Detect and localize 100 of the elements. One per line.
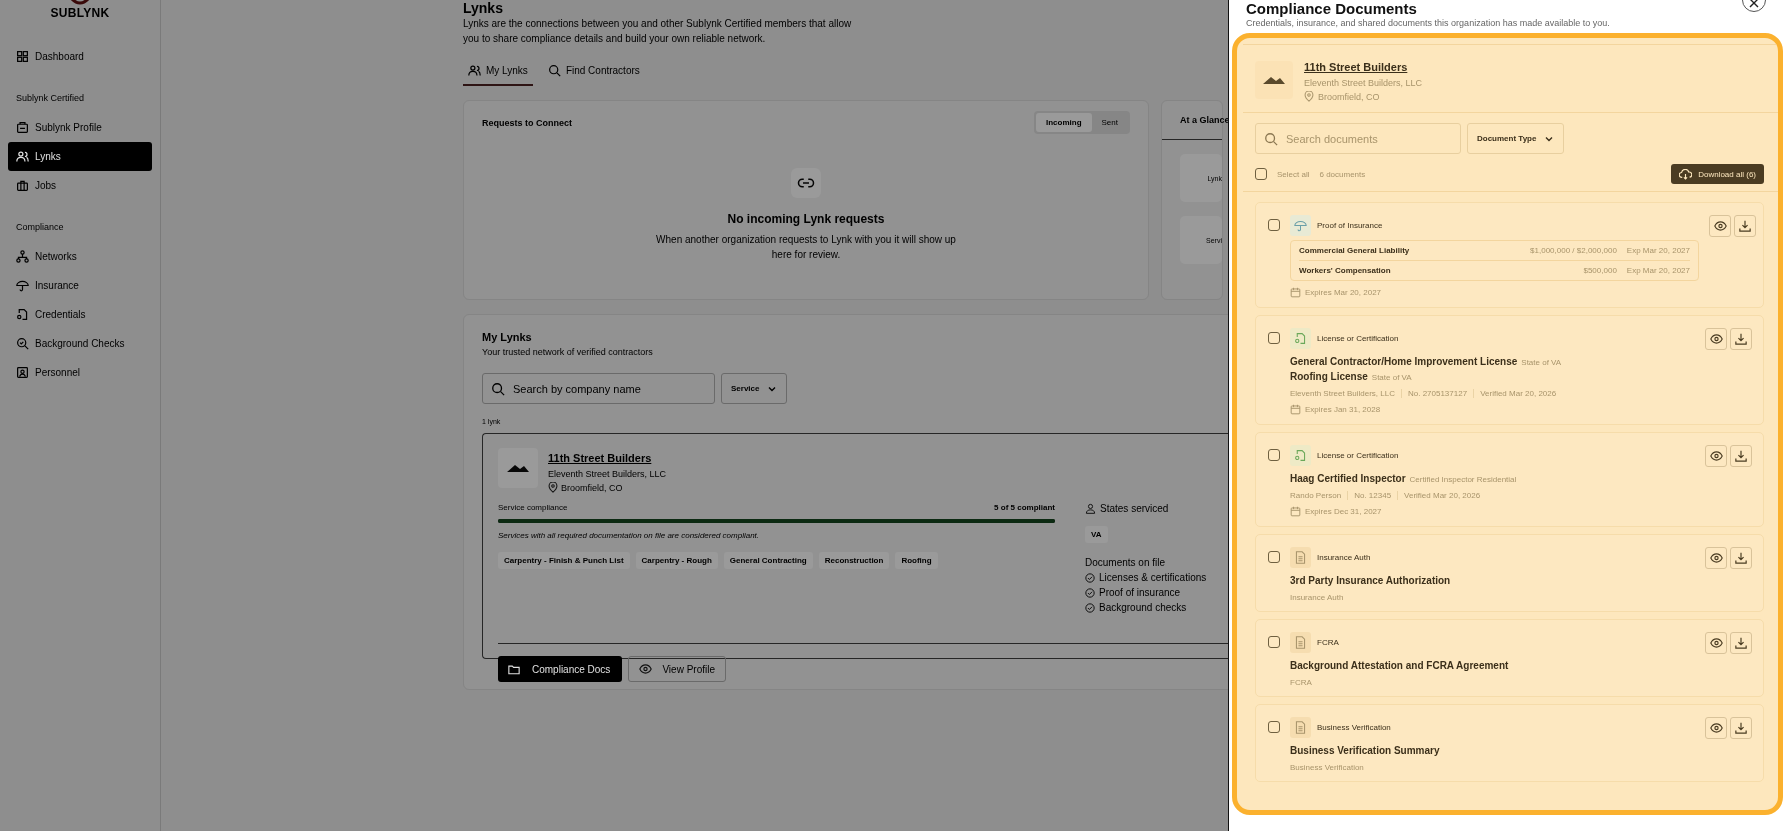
section-heading: Compliance bbox=[15, 222, 65, 234]
document-checkbox[interactable] bbox=[1268, 332, 1280, 344]
document-detail: Certified Inspector Residential bbox=[1409, 475, 1517, 484]
document-meta: FCRA bbox=[1290, 678, 1312, 687]
document-icon bbox=[1290, 547, 1311, 568]
eye-icon bbox=[1709, 638, 1723, 648]
network-icon bbox=[16, 250, 29, 263]
download-button[interactable] bbox=[1730, 632, 1752, 654]
expiry-date: Expires Dec 31, 2027 bbox=[1305, 507, 1382, 516]
document-checkbox[interactable] bbox=[1268, 219, 1280, 231]
legal-name: Eleventh Street Builders, LLC bbox=[548, 469, 667, 479]
coverage-expiry: Exp Mar 20, 2027 bbox=[1626, 266, 1690, 275]
compliance-docs-button[interactable]: Compliance Docs bbox=[498, 656, 623, 682]
folder-icon bbox=[508, 663, 520, 675]
select-all-label: Select all bbox=[1277, 169, 1310, 179]
view-button[interactable] bbox=[1705, 547, 1727, 569]
document-meta: No. 2705137127 bbox=[1407, 389, 1468, 398]
download-button[interactable] bbox=[1730, 328, 1752, 350]
certificate-icon bbox=[1290, 328, 1311, 349]
document-title: Roofing License bbox=[1290, 371, 1368, 382]
document-title: Business Verification Summary bbox=[1290, 745, 1440, 756]
link-icon bbox=[791, 168, 821, 198]
document-item: Licenses & certifications bbox=[1099, 572, 1207, 583]
logo-icon bbox=[69, 0, 91, 6]
nav-item[interactable]: Insurance bbox=[8, 271, 152, 300]
check-circle-icon bbox=[1085, 572, 1095, 583]
eye-icon bbox=[1709, 451, 1723, 461]
download-button[interactable] bbox=[1730, 445, 1752, 467]
download-button[interactable] bbox=[1730, 717, 1752, 739]
nav-item[interactable]: Background Checks bbox=[8, 329, 152, 358]
eye-icon bbox=[1709, 723, 1723, 733]
id-icon bbox=[16, 366, 29, 379]
document-checkbox[interactable] bbox=[1268, 551, 1280, 563]
expiry-date: Expires Mar 20, 2027 bbox=[1305, 288, 1382, 297]
service-tag: Carpentry - Finish & Punch List bbox=[498, 552, 630, 569]
legal-name: Eleventh Street Builders, LLC bbox=[1304, 78, 1423, 88]
expiry-date: Expires Jan 31, 2028 bbox=[1305, 405, 1381, 414]
select-all-checkbox[interactable] bbox=[1255, 168, 1267, 180]
logo-text: SUBLYNK bbox=[50, 6, 110, 20]
document-title: Haag Certified Inspector bbox=[1290, 473, 1406, 484]
document-meta: Verified Mar 20, 2026 bbox=[1404, 491, 1481, 500]
document-checkbox[interactable] bbox=[1268, 721, 1280, 733]
download-icon bbox=[1735, 637, 1747, 649]
download-button[interactable] bbox=[1734, 215, 1756, 237]
tab[interactable]: My Lynks bbox=[463, 64, 533, 86]
card-title: My Lynks bbox=[482, 331, 533, 343]
company-name-link[interactable]: 11th Street Builders bbox=[1304, 61, 1408, 73]
coverage-limits: $500,000 bbox=[1583, 266, 1617, 275]
toggle-option[interactable]: Sent bbox=[1091, 113, 1128, 132]
nav-item[interactable]: Jobs bbox=[8, 171, 152, 200]
card-subtitle: Your trusted network of verified contractors bbox=[482, 347, 654, 357]
document-type: Insurance Auth bbox=[1317, 553, 1371, 562]
document-meta: Insurance Auth bbox=[1290, 593, 1344, 602]
download-button[interactable] bbox=[1730, 547, 1752, 569]
document-count: 6 documents bbox=[1319, 169, 1366, 179]
compliance-label: Service compliance bbox=[498, 503, 568, 512]
service-tag: General Contracting bbox=[723, 552, 813, 569]
card-title: Requests to Connect bbox=[482, 117, 572, 128]
location-text: Broomfield, CO bbox=[1318, 91, 1380, 102]
document-checkbox[interactable] bbox=[1268, 636, 1280, 648]
company-name-link[interactable]: 11th Street Builders bbox=[548, 452, 652, 464]
nav-item[interactable]: Personnel bbox=[8, 358, 152, 387]
download-icon bbox=[1735, 552, 1747, 564]
nav-item[interactable]: Sublynk Profile bbox=[8, 113, 152, 142]
nav-item[interactable]: Networks bbox=[8, 242, 152, 271]
view-button[interactable] bbox=[1709, 215, 1731, 237]
nav-item[interactable]: Dashboard bbox=[8, 42, 152, 71]
nav-item[interactable]: Credentials bbox=[8, 300, 152, 329]
download-all-button[interactable]: Download all (6) bbox=[1671, 164, 1764, 184]
location-pin-icon bbox=[1304, 91, 1314, 102]
umbrella-icon bbox=[16, 279, 29, 292]
document-type-dropdown[interactable]: Document Type bbox=[1467, 123, 1565, 154]
view-button[interactable] bbox=[1705, 328, 1727, 350]
search-icon bbox=[547, 64, 561, 77]
download-icon bbox=[1735, 722, 1747, 734]
search-icon bbox=[491, 382, 505, 396]
document-meta: Business Verification bbox=[1290, 763, 1364, 772]
document-checkbox[interactable] bbox=[1268, 449, 1280, 461]
view-button[interactable] bbox=[1705, 445, 1727, 467]
empty-state-text: When another organization requests to Lynk with you it will show up here for review. bbox=[655, 233, 957, 262]
calendar-icon bbox=[1290, 287, 1301, 298]
company-logo bbox=[498, 448, 538, 488]
document-title: Background Attestation and FCRA Agreement bbox=[1290, 660, 1509, 671]
documents-label: Documents on file bbox=[1085, 557, 1167, 568]
eye-icon bbox=[1709, 334, 1723, 344]
view-button[interactable] bbox=[1705, 717, 1727, 739]
nav-item[interactable]: Lynks bbox=[8, 142, 152, 171]
state-tag: VA bbox=[1085, 526, 1108, 543]
search-field[interactable]: Search by company name bbox=[482, 373, 715, 404]
document-icon bbox=[1290, 632, 1311, 653]
toggle-option[interactable]: Incoming bbox=[1035, 113, 1092, 132]
person-icon bbox=[1085, 503, 1096, 514]
view-button[interactable] bbox=[1705, 632, 1727, 654]
service-tag: Carpentry - Rough bbox=[635, 552, 718, 569]
service-dropdown[interactable]: Service bbox=[721, 373, 788, 404]
document-meta: Verified Mar 20, 2026 bbox=[1480, 389, 1557, 398]
page-description: Lynks are the connections between you and other Sublynk Certified members that allow you to share compliance details and build your own reliable network. bbox=[463, 17, 853, 46]
eye-icon bbox=[639, 664, 653, 674]
tab[interactable]: Find Contractors bbox=[542, 64, 645, 86]
view-profile-button[interactable]: View Profile bbox=[628, 656, 726, 682]
